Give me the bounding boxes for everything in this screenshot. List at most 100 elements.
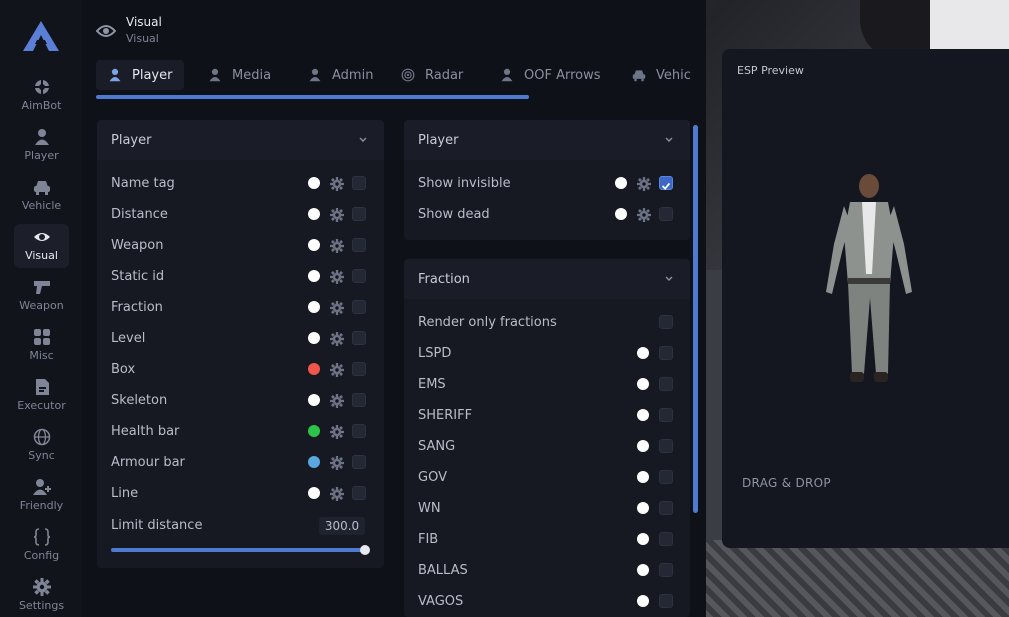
gear-icon[interactable]	[330, 362, 344, 377]
toggle-checkbox[interactable]	[352, 455, 366, 469]
character-model[interactable]	[820, 174, 918, 399]
color-swatch[interactable]	[615, 208, 627, 220]
color-swatch[interactable]	[637, 595, 649, 607]
color-swatch[interactable]	[308, 177, 320, 189]
tab-player[interactable]: Player	[96, 60, 185, 90]
sidebar-item-visual[interactable]: Visual	[14, 224, 69, 268]
color-swatch[interactable]	[308, 332, 320, 344]
toggle-checkbox[interactable]	[352, 362, 366, 376]
render-only-row: Render only fractions	[404, 312, 690, 332]
gear-icon[interactable]	[330, 486, 344, 501]
row-label: Box	[111, 361, 136, 377]
sidebar-item-label: Executor	[17, 399, 66, 412]
row-label: SANG	[418, 438, 456, 454]
gear-icon[interactable]	[637, 207, 651, 222]
toggle-checkbox[interactable]	[352, 300, 366, 314]
chevron-down-icon[interactable]	[664, 134, 674, 144]
gear-icon[interactable]	[330, 300, 344, 315]
drag-drop-hint: DRAG & DROP	[742, 476, 831, 490]
gear-icon[interactable]	[330, 393, 344, 408]
row-label: Level	[111, 330, 146, 346]
gear-icon[interactable]	[330, 424, 344, 439]
toggle-checkbox[interactable]	[352, 238, 366, 252]
panel-header[interactable]: Fraction	[404, 259, 690, 299]
tab-radar[interactable]: Radar	[389, 60, 475, 90]
toggle-checkbox[interactable]	[659, 377, 673, 391]
color-swatch[interactable]	[637, 440, 649, 452]
chevron-down-icon[interactable]	[664, 273, 674, 283]
car-icon	[33, 178, 51, 196]
sidebar-item-vehicle[interactable]: Vehicle	[14, 174, 69, 218]
toggle-checkbox[interactable]	[659, 594, 673, 608]
toggle-checkbox[interactable]	[659, 439, 673, 453]
toggle-checkbox[interactable]	[352, 393, 366, 407]
toggle-checkbox[interactable]	[659, 176, 673, 190]
panel-header[interactable]: Player	[97, 120, 384, 160]
row-label: Show invisible	[418, 175, 511, 191]
toggle-checkbox[interactable]	[352, 331, 366, 345]
toggle-checkbox[interactable]	[659, 563, 673, 577]
slider-thumb[interactable]	[360, 545, 370, 555]
fraction-row-vagos: VAGOS	[404, 591, 690, 611]
color-swatch[interactable]	[308, 301, 320, 313]
toggle-checkbox[interactable]	[352, 269, 366, 283]
sidebar-item-weapon[interactable]: Weapon	[14, 274, 69, 318]
panel-title: Player	[418, 132, 459, 148]
toggle-checkbox[interactable]	[352, 486, 366, 500]
sidebar-item-config[interactable]: Config	[14, 524, 69, 568]
color-swatch[interactable]	[637, 347, 649, 359]
gear-icon[interactable]	[637, 176, 651, 191]
toggle-checkbox[interactable]	[659, 532, 673, 546]
color-swatch[interactable]	[308, 239, 320, 251]
tab-oof-arrows[interactable]: OOF Arrows	[488, 60, 613, 90]
color-swatch[interactable]	[308, 270, 320, 282]
toggle-checkbox[interactable]	[352, 207, 366, 221]
color-swatch[interactable]	[308, 487, 320, 499]
toggle-checkbox[interactable]	[659, 501, 673, 515]
tab-admin[interactable]: Admin	[296, 60, 385, 90]
toggle-checkbox[interactable]	[659, 346, 673, 360]
gear-icon[interactable]	[330, 176, 344, 191]
sidebar-item-sync[interactable]: Sync	[14, 424, 69, 468]
gear-icon[interactable]	[330, 207, 344, 222]
toggle-checkbox[interactable]	[659, 408, 673, 422]
toggle-checkbox[interactable]	[659, 470, 673, 484]
color-swatch[interactable]	[637, 409, 649, 421]
sidebar-item-aimbot[interactable]: AimBot	[14, 74, 69, 118]
color-swatch[interactable]	[308, 363, 320, 375]
toggle-checkbox[interactable]	[659, 207, 673, 221]
color-swatch[interactable]	[308, 456, 320, 468]
color-swatch[interactable]	[637, 564, 649, 576]
gear-icon[interactable]	[330, 331, 344, 346]
color-swatch[interactable]	[308, 208, 320, 220]
color-swatch[interactable]	[637, 471, 649, 483]
gear-icon[interactable]	[330, 269, 344, 284]
color-swatch[interactable]	[637, 502, 649, 514]
gear-icon[interactable]	[330, 238, 344, 253]
color-swatch[interactable]	[637, 533, 649, 545]
chevron-down-icon[interactable]	[358, 134, 368, 144]
tab-vehic[interactable]: Vehic	[620, 60, 700, 90]
gear-icon[interactable]	[330, 455, 344, 470]
fraction-row-fib: FIB	[404, 529, 690, 549]
sidebar-item-player[interactable]: Player	[14, 124, 69, 168]
scrollbar[interactable]	[693, 125, 698, 513]
panel-header[interactable]: Player	[404, 120, 690, 160]
color-swatch[interactable]	[308, 394, 320, 406]
eye-icon	[33, 228, 51, 246]
color-swatch[interactable]	[615, 177, 627, 189]
page-title: Visual	[126, 15, 162, 29]
toggle-checkbox[interactable]	[352, 176, 366, 190]
toggle-checkbox[interactable]	[352, 424, 366, 438]
sidebar-item-executor[interactable]: Executor	[14, 374, 69, 418]
sidebar-item-settings[interactable]: Settings	[14, 574, 69, 617]
fraction-row-ballas: BALLAS	[404, 560, 690, 580]
limit-distance-slider[interactable]	[111, 548, 365, 552]
sidebar-item-misc[interactable]: Misc	[14, 324, 69, 368]
color-swatch[interactable]	[308, 425, 320, 437]
sidebar-item-friendly[interactable]: Friendly	[14, 474, 69, 518]
render-only-checkbox[interactable]	[659, 315, 673, 329]
limit-distance-value[interactable]: 300.0	[319, 517, 365, 535]
tab-media[interactable]: Media	[196, 60, 283, 90]
color-swatch[interactable]	[637, 378, 649, 390]
